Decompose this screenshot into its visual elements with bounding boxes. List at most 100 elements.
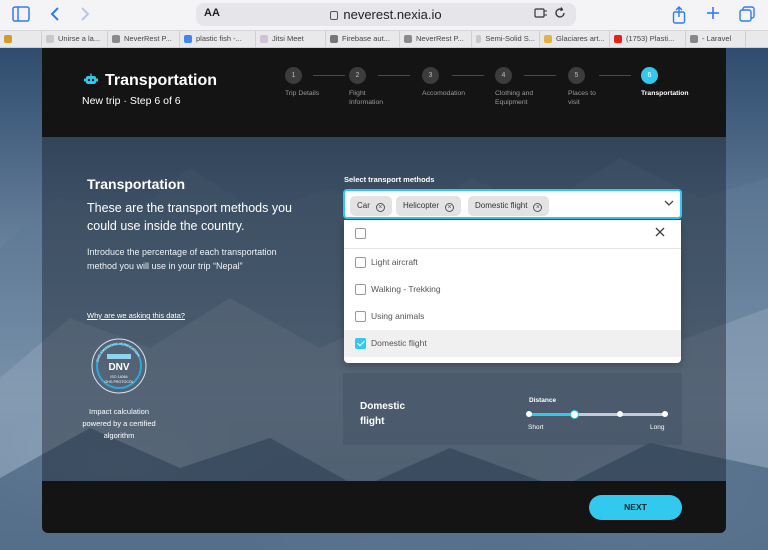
distance-min-label: Short xyxy=(528,424,544,431)
tab-label: Firebase aut... xyxy=(342,34,390,43)
step-5[interactable]: 5 Places to visit xyxy=(568,67,596,106)
step-1[interactable]: 1 Trip Details xyxy=(285,67,319,97)
browser-toolbar: AA neverest.nexia.io xyxy=(0,0,768,30)
tab-bar: Unirse a la... NeverRest P... plastic fish… xyxy=(0,30,768,48)
remove-chip-icon[interactable]: × xyxy=(375,203,385,212)
chip-car[interactable]: Car × xyxy=(350,196,392,216)
forward-icon[interactable] xyxy=(76,6,94,24)
distance-label: Distance xyxy=(529,397,557,404)
option-label: Using animals xyxy=(371,311,425,321)
option-label: Domestic flight xyxy=(371,338,427,348)
favicon-icon xyxy=(476,35,482,43)
close-icon[interactable] xyxy=(654,226,666,238)
tabs-overview-icon[interactable] xyxy=(738,6,756,24)
tab-label: Jitsi Meet xyxy=(272,34,304,43)
impact-caption: Impact calculation powered by a certifie… xyxy=(82,407,156,440)
favicon-icon xyxy=(544,35,552,43)
favicon-icon xyxy=(614,35,622,43)
reader-icon[interactable] xyxy=(534,7,548,22)
slider-step-dot[interactable] xyxy=(617,411,623,417)
step-label: Flight Information xyxy=(349,90,384,106)
dropdown-select-all[interactable] xyxy=(344,220,681,247)
badge-text: DNV xyxy=(108,362,129,373)
step-3[interactable]: 3 Accomodation xyxy=(422,67,465,97)
browser-tab[interactable]: Semi-Solid S... xyxy=(472,31,540,47)
next-button[interactable]: NEXT xyxy=(589,495,682,520)
browser-tab[interactable]: Unirse a la... xyxy=(42,31,108,47)
chip-label: Helicopter xyxy=(403,201,440,210)
why-link[interactable]: Why are we asking this data? xyxy=(87,311,185,320)
tab-label: Unirse a la... xyxy=(58,34,101,43)
step-6[interactable]: 6 Transportation xyxy=(641,67,689,97)
step-number: 3 xyxy=(422,67,439,84)
chip-domestic-flight[interactable]: Domestic flight × xyxy=(468,196,550,216)
favicon-icon xyxy=(4,35,12,43)
tab-label: Semi-Solid S... xyxy=(485,34,535,43)
address-bar[interactable]: AA neverest.nexia.io xyxy=(196,3,576,26)
distance-slider-handle[interactable] xyxy=(569,410,579,419)
step-label: Transportation xyxy=(641,90,689,97)
browser-tab[interactable]: Firebase aut... xyxy=(326,31,400,47)
checkbox[interactable] xyxy=(355,284,366,295)
browser-tab[interactable]: - Laravel xyxy=(686,31,746,47)
chevron-down-icon[interactable] xyxy=(663,197,675,209)
transport-item-name: Domestic flight xyxy=(360,401,406,427)
favicon-icon xyxy=(46,35,54,43)
remove-chip-icon[interactable]: × xyxy=(533,203,543,212)
transport-multiselect[interactable]: Car × Helicopter × Domestic flight × xyxy=(343,189,682,219)
back-icon[interactable] xyxy=(46,6,64,24)
section-description: Introduce the percentage of each transpo… xyxy=(87,247,277,271)
browser-tab[interactable]: Glaciares art... xyxy=(540,31,610,47)
remove-chip-icon[interactable]: × xyxy=(445,203,455,212)
browser-tab[interactable] xyxy=(0,31,42,47)
page-title: Transportation xyxy=(105,72,218,89)
step-number: 1 xyxy=(285,67,302,84)
tab-label: Glaciares art... xyxy=(556,34,605,43)
step-connector xyxy=(452,75,484,76)
dnv-certification-badge: DNV ISO 14064 GHG PROTOCOL GHG EMISSIONS… xyxy=(91,338,147,394)
distance-slider-fill xyxy=(529,413,575,416)
browser-tab[interactable]: NeverRest P... xyxy=(108,31,180,47)
section-lead: These are the transport methods you coul… xyxy=(87,201,292,233)
browser-tab[interactable]: Jitsi Meet xyxy=(256,31,326,47)
browser-tab[interactable]: plastic fish -... xyxy=(180,31,256,47)
select-label: Select transport methods xyxy=(344,175,435,184)
option-light-aircraft[interactable]: Light aircraft xyxy=(344,249,681,276)
step-connector xyxy=(524,75,556,76)
checkbox[interactable] xyxy=(355,257,366,268)
reload-icon[interactable] xyxy=(554,7,566,22)
browser-tab[interactable]: NeverRest P... xyxy=(400,31,472,47)
chip-helicopter[interactable]: Helicopter × xyxy=(396,196,462,216)
tab-label: (1753) Plasti... xyxy=(626,34,675,43)
chip-label: Domestic flight xyxy=(475,201,528,210)
url-text: neverest.nexia.io xyxy=(343,7,442,22)
chip-label: Car xyxy=(357,201,370,210)
badge-sub: GHG PROTOCOL xyxy=(104,380,133,384)
option-walking-trekking[interactable]: Walking - Trekking xyxy=(344,276,681,303)
option-label: Light aircraft xyxy=(371,257,418,267)
tab-label: plastic fish -... xyxy=(196,34,242,43)
transport-options-dropdown: Light aircraft Walking - Trekking Using … xyxy=(344,220,681,363)
tab-label: NeverRest P... xyxy=(124,34,172,43)
favicon-icon xyxy=(690,35,698,43)
step-2[interactable]: 2 Flight Information xyxy=(349,67,383,106)
share-icon[interactable] xyxy=(670,6,688,24)
badge-sub: ISO 14064 xyxy=(110,375,127,379)
distance-max-label: Long xyxy=(650,424,665,431)
step-number: 4 xyxy=(495,67,512,84)
option-domestic-flight[interactable]: Domestic flight xyxy=(344,330,681,357)
slider-step-dot[interactable] xyxy=(662,411,668,417)
slider-step-dot[interactable] xyxy=(526,411,532,417)
step-number: 6 xyxy=(641,67,658,84)
step-number: 5 xyxy=(568,67,585,84)
new-tab-icon[interactable] xyxy=(704,6,722,24)
step-4[interactable]: 4 Clothing and Equipment xyxy=(495,67,533,106)
step-connector xyxy=(378,75,410,76)
checkbox[interactable] xyxy=(355,228,366,239)
tab-label: NeverRest P... xyxy=(416,34,464,43)
sidebar-toggle-icon[interactable] xyxy=(12,6,30,24)
option-using-animals[interactable]: Using animals xyxy=(344,303,681,330)
checkbox[interactable] xyxy=(355,311,366,322)
browser-tab[interactable]: (1753) Plasti... xyxy=(610,31,686,47)
checkbox-checked[interactable] xyxy=(355,338,366,349)
